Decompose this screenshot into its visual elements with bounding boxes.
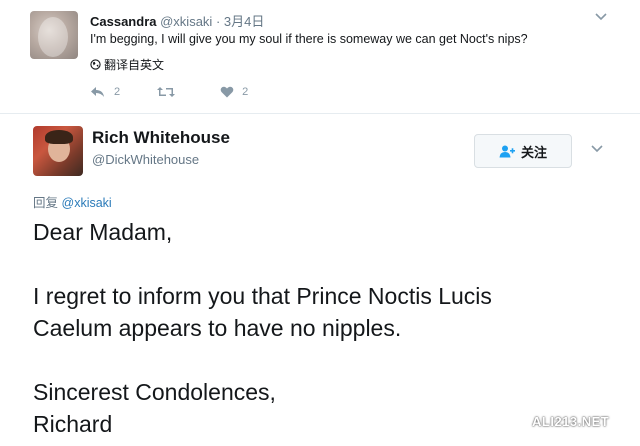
main-author-avatar[interactable] — [33, 126, 83, 176]
translate-link[interactable]: 翻译自英文 — [90, 56, 164, 73]
like-count: 2 — [242, 86, 249, 98]
body-line-regret: I regret to inform you that Prince Nocti… — [33, 283, 492, 309]
reply-author-handle[interactable]: @xkisaki — [160, 14, 212, 29]
reply-icon — [91, 87, 104, 97]
retweet-icon — [157, 87, 176, 97]
body-spacer-2 — [33, 344, 623, 376]
reply-date[interactable]: 3月4日 — [224, 14, 264, 29]
reply-actions: 2 2 — [90, 86, 284, 98]
follow-button[interactable]: 关注 — [474, 134, 572, 168]
follow-label: 关注 — [520, 144, 547, 160]
reply-author-avatar[interactable] — [30, 11, 78, 59]
heart-icon — [220, 86, 234, 98]
main-author-handle[interactable]: @DickWhitehouse — [92, 152, 199, 167]
site-watermark: ALI213.NET — [532, 414, 610, 429]
tweet-body: Dear Madam, I regret to inform you that … — [33, 216, 623, 440]
body-line-greeting: Dear Madam, — [33, 219, 173, 245]
globe-icon — [90, 59, 101, 70]
translate-label: 翻译自英文 — [104, 58, 165, 72]
reply-separator: · — [215, 14, 221, 29]
reply-tweet: Cassandra @xkisaki · 3月4日 I'm begging, I… — [0, 0, 640, 112]
add-user-icon — [499, 145, 515, 157]
replying-label: 回复 — [33, 196, 59, 210]
reply-header: Cassandra @xkisaki · 3月4日 — [90, 11, 264, 30]
replying-mention[interactable]: @xkisaki — [62, 196, 112, 210]
main-tweet: Rich Whitehouse @DickWhitehouse 关注 回复 @x… — [0, 114, 640, 446]
body-spacer — [33, 248, 623, 280]
body-line-condolences: Sincerest Condolences, — [33, 379, 276, 405]
replying-to: 回复 @xkisaki — [33, 192, 112, 211]
like-action[interactable]: 2 — [220, 86, 248, 98]
main-chevron-down-icon[interactable] — [590, 144, 604, 154]
reply-count: 2 — [114, 86, 121, 98]
body-line-nipples: Caelum appears to have no nipples. — [33, 315, 402, 341]
reply-author-name[interactable]: Cassandra — [90, 14, 156, 29]
reply-text: I'm begging, I will give you my soul if … — [90, 32, 528, 46]
retweet-action[interactable] — [156, 86, 184, 98]
reply-chevron-down-icon[interactable] — [594, 12, 608, 22]
reply-action[interactable]: 2 — [90, 86, 120, 98]
main-author-name[interactable]: Rich Whitehouse — [92, 128, 230, 148]
